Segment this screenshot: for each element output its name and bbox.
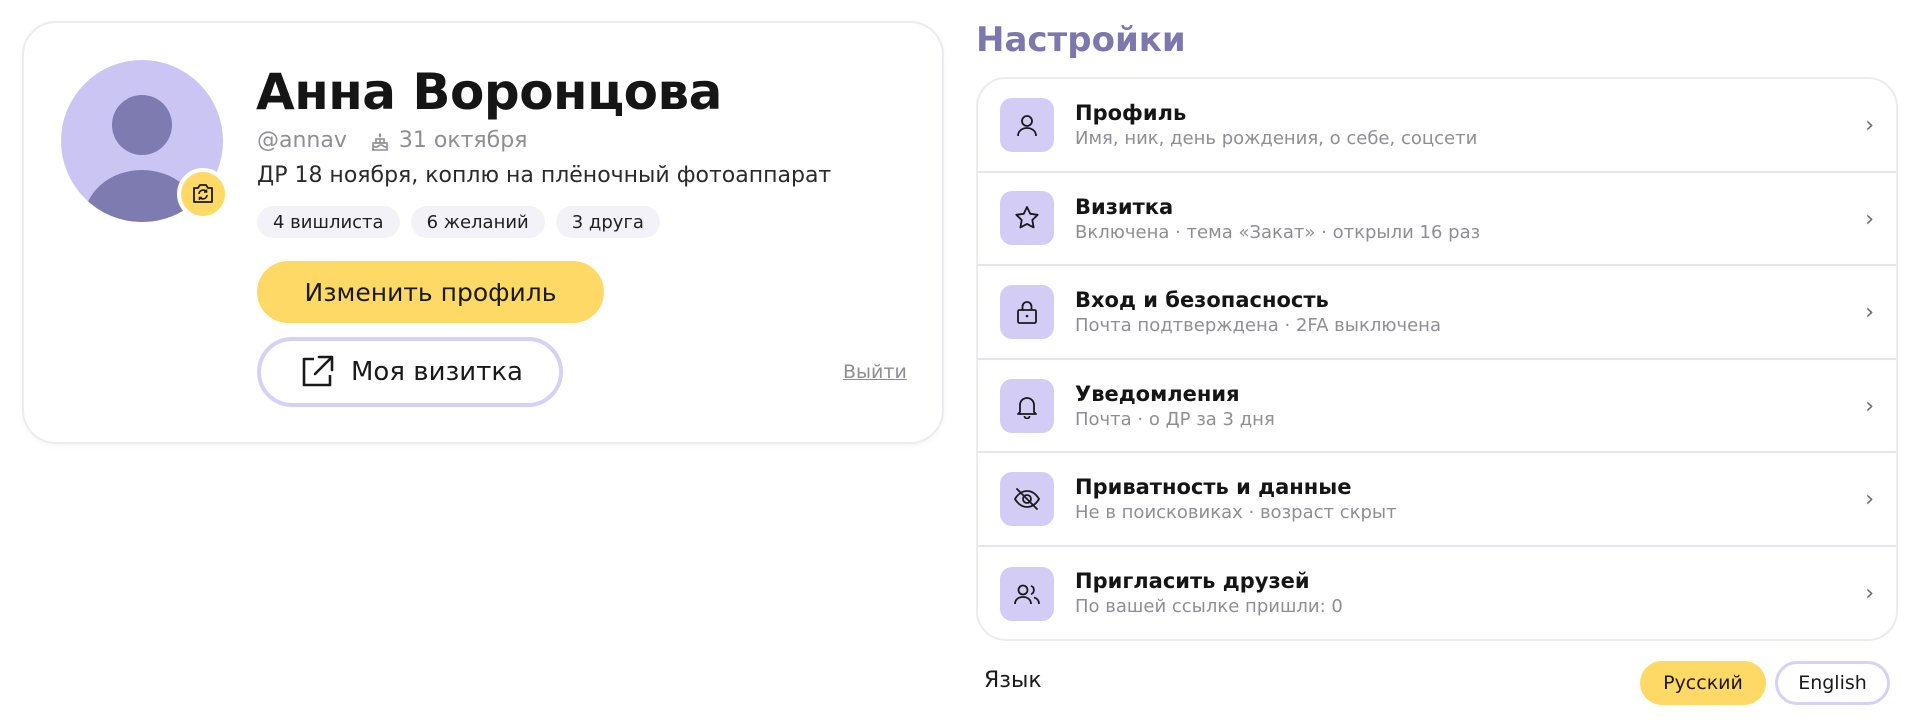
my-card-button[interactable]: Моя визитка [257,337,563,407]
camera-change-icon[interactable] [177,168,229,220]
chip-wishlists[interactable]: 4 вишлиста [257,206,400,238]
chip-friends[interactable]: 3 друга [555,206,660,238]
profile-username: @annav [257,128,347,153]
cake-icon [371,132,388,151]
chevron-right-icon: › [1865,580,1874,606]
settings-title: Настройки [976,20,1186,60]
chevron-right-icon: › [1865,206,1874,232]
eye-off-icon [1000,472,1054,527]
bell-icon [1000,378,1054,433]
profile-status: ДР 18 ноября, коплю на плёночный фотоапп… [257,163,832,188]
settings-item-title: Уведомления [1075,381,1240,406]
settings-item-profile[interactable]: Профиль Имя, ник, день рождения, о себе,… [978,79,1896,173]
settings-list: Профиль Имя, ник, день рождения, о себе,… [976,77,1898,641]
settings-item-security[interactable]: Вход и безопасность Почта подтверждена ·… [978,266,1896,360]
settings-item-title: Визитка [1075,194,1174,219]
settings-item-title: Вход и безопасность [1075,288,1329,313]
settings-item-invite[interactable]: Пригласить друзей По вашей ссылке пришли… [978,547,1896,639]
chevron-right-icon: › [1865,393,1874,419]
profile-card: Анна Воронцова @annav 31 октября ДР 18 н… [22,21,944,444]
settings-item-subtitle: Не в поисковиках · возраст скрыт [1075,502,1397,524]
settings-item-subtitle: Почта · о ДР за 3 дня [1075,408,1275,430]
chip-wishes[interactable]: 6 желаний [410,206,545,238]
logout-link[interactable]: Выйти [843,361,907,383]
profile-stats: 4 вишлиста 6 желаний 3 друга [257,206,660,238]
star-icon [1000,191,1054,246]
profile-meta: @annav 31 октября [257,128,527,153]
language-russian-button[interactable]: Русский [1640,661,1766,705]
settings-item-title: Пригласить друзей [1075,568,1310,593]
settings-item-card[interactable]: Визитка Включена · тема «Закат» · открыл… [978,173,1896,267]
external-link-icon [302,355,334,387]
user-icon [1000,97,1054,152]
settings-item-privacy[interactable]: Приватность и данные Не в поисковиках · … [978,453,1896,547]
users-icon [1000,566,1054,621]
edit-profile-button[interactable]: Изменить профиль [257,261,604,323]
language-english-button[interactable]: English [1775,661,1890,705]
language-label: Язык [984,668,1042,693]
settings-item-title: Профиль [1075,101,1187,125]
chevron-right-icon: › [1865,113,1874,138]
settings-item-subtitle: По вашей ссылке пришли: 0 [1075,595,1343,617]
chevron-right-icon: › [1865,487,1874,513]
profile-birthday-text: 31 октября [398,128,528,153]
settings-item-title: Приватность и данные [1075,475,1352,500]
settings-item-subtitle: Включена · тема «Закат» · открыли 16 раз [1075,221,1481,243]
profile-name: Анна Воронцова [256,63,722,121]
settings-item-subtitle: Имя, ник, день рождения, о себе, соцсети [1075,128,1478,149]
chevron-right-icon: › [1865,300,1874,326]
profile-birthday: 31 октября [369,128,528,153]
settings-item-notifications[interactable]: Уведомления Почта · о ДР за 3 дня › [978,360,1896,454]
my-card-label: Моя визитка [351,357,523,387]
settings-item-subtitle: Почта подтверждена · 2FA выключена [1075,315,1441,337]
lock-icon [1000,284,1054,339]
